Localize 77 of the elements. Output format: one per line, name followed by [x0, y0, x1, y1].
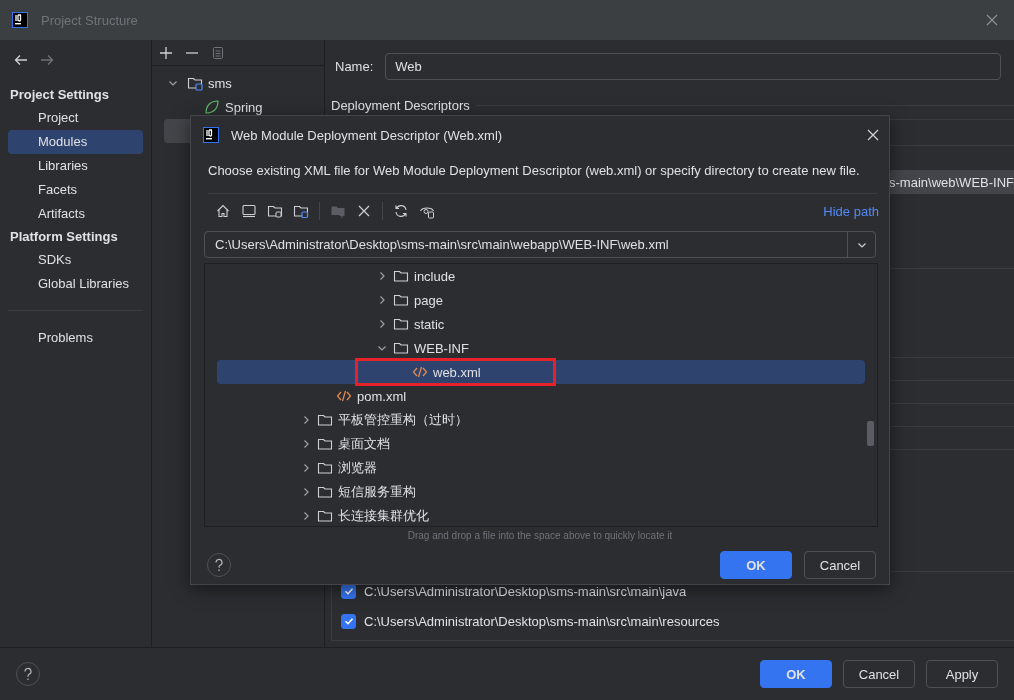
field-label: Name:	[335, 59, 374, 74]
name-field[interactable]: Web	[385, 53, 1001, 80]
app-logo-icon	[203, 127, 219, 143]
hide-path-link[interactable]: Hide path	[823, 203, 879, 219]
file-tree-row[interactable]: include	[217, 264, 865, 288]
sidebar-item[interactable]: Global Libraries	[8, 272, 143, 296]
dialog-title: Web Module Deployment Descriptor (Web.xml)	[231, 127, 503, 143]
help-icon	[23, 667, 33, 681]
scrollbar-thumb[interactable]	[867, 421, 874, 446]
chevron-right-icon[interactable]	[377, 271, 387, 281]
dialog-button[interactable]: Cancel	[843, 660, 915, 688]
module-tree-row[interactable]: sms	[164, 71, 324, 95]
chevron-right-icon[interactable]	[301, 511, 311, 521]
sidebar-item[interactable]: Libraries	[8, 154, 143, 178]
file-tree-row[interactable]: 平板管控重构（过时）	[217, 408, 865, 432]
section-title: Deployment Descriptors	[331, 98, 470, 113]
chevron-right-icon[interactable]	[301, 463, 311, 473]
refresh-icon[interactable]	[393, 203, 409, 219]
close-icon[interactable]	[867, 129, 879, 141]
path-combo-box[interactable]: C:\Users\Administrator\Desktop\sms-main\src\main\webapp\WEB-INF\web.xml	[204, 231, 876, 258]
file-tree-row[interactable]: web.xml	[217, 360, 865, 384]
file-tree-row[interactable]: 长连接集群优化	[217, 504, 865, 526]
folder-icon	[393, 340, 409, 356]
desktop-icon[interactable]	[241, 203, 257, 219]
back-arrow-icon[interactable]	[14, 54, 28, 66]
source-root-path: C:\Users\Administrator\Desktop\sms-main\src\main\java	[364, 583, 687, 599]
sidebar-item[interactable]: Problems	[8, 326, 143, 350]
file-tree-row[interactable]: page	[217, 288, 865, 312]
folder-icon	[393, 316, 409, 332]
copy-icon[interactable]	[211, 45, 225, 60]
chevron-down-icon[interactable]	[168, 78, 178, 88]
checkbox[interactable]	[341, 613, 356, 629]
section-heading: Platform Settings	[9, 228, 119, 246]
project-icon[interactable]	[267, 203, 283, 219]
add-icon[interactable]	[159, 45, 173, 60]
section-heading: Project Settings	[9, 86, 110, 104]
sidebar-item[interactable]: Facets	[8, 178, 143, 202]
home-icon[interactable]	[215, 203, 231, 219]
dialog-button[interactable]: Apply	[926, 660, 998, 688]
module-icon[interactable]	[293, 203, 309, 219]
file-tree-row[interactable]: WEB-INF	[217, 336, 865, 360]
window-title: Project Structure	[41, 12, 138, 28]
module-tree-row[interactable]: Spring	[164, 95, 324, 119]
folder-icon	[317, 460, 333, 476]
sidebar-item[interactable]: SDKs	[8, 248, 143, 272]
sidebar-item[interactable]: Modules	[8, 130, 143, 154]
file-tree-row[interactable]: 浏览器	[217, 456, 865, 480]
sidebar-item[interactable]: Project	[8, 106, 143, 130]
app-logo-icon	[12, 12, 28, 28]
sidebar-item[interactable]: Artifacts	[8, 202, 143, 226]
help-icon	[214, 558, 224, 572]
folder-icon	[317, 436, 333, 452]
folder-icon	[393, 268, 409, 284]
file-tree-row[interactable]: static	[217, 312, 865, 336]
chevron-right-icon[interactable]	[301, 415, 311, 425]
dialog-button[interactable]: Cancel	[804, 551, 876, 579]
chevron-right-icon[interactable]	[377, 295, 387, 305]
folder-icon	[393, 292, 409, 308]
code-file-icon	[412, 364, 428, 380]
file-tree-row[interactable]: pom.xml	[217, 384, 865, 408]
folder-icon	[317, 484, 333, 500]
delete-icon[interactable]	[356, 203, 372, 219]
chevron-right-icon[interactable]	[377, 319, 387, 329]
file-tree-row[interactable]: 短信服务重构	[217, 480, 865, 504]
file-tree-row[interactable]: 桌面文档	[217, 432, 865, 456]
chevron-down-icon[interactable]	[377, 343, 387, 353]
description-text: Choose existing XML file for Web Module Deployment Descriptor (web.xml) or specify directory to create new file.	[207, 162, 861, 180]
module-folder-icon	[187, 75, 203, 91]
folder-icon	[317, 508, 333, 524]
folder-icon	[317, 412, 333, 428]
hint-text: Drag and drop a file into the space above to quickly locate it	[406, 529, 674, 541]
forward-arrow-icon[interactable]	[40, 54, 54, 66]
code-file-icon	[336, 388, 352, 404]
leaf-icon	[204, 99, 220, 115]
chevron-right-icon[interactable]	[301, 439, 311, 449]
chevron-right-icon[interactable]	[301, 487, 311, 497]
source-root-path: C:\Users\Administrator\Desktop\sms-main\src\main\resources	[364, 613, 720, 629]
